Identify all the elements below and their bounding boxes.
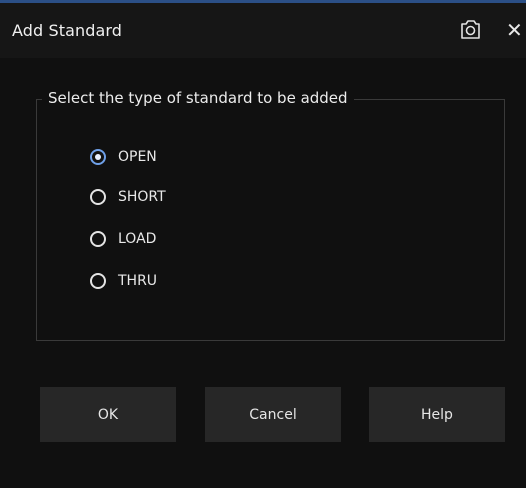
group-legend: Select the type of standard to be added xyxy=(42,89,354,107)
close-icon[interactable]: ✕ xyxy=(506,18,526,42)
camera-icon[interactable] xyxy=(458,19,482,41)
radio-button[interactable] xyxy=(90,273,106,289)
radio-label-thru: THRU xyxy=(118,273,158,289)
radio-button[interactable] xyxy=(90,231,106,247)
title-bar[interactable]: Add Standard ✕ xyxy=(0,3,526,58)
ok-button[interactable]: OK xyxy=(40,387,176,442)
radio-option-short[interactable]: SHORT xyxy=(90,186,166,208)
camera-icon-svg xyxy=(461,20,480,39)
radio-option-load[interactable]: LOAD xyxy=(90,228,156,250)
standard-type-group xyxy=(36,99,505,341)
cancel-button[interactable]: Cancel xyxy=(205,387,341,442)
radio-button[interactable] xyxy=(90,189,106,205)
radio-label-open: OPEN xyxy=(118,149,157,165)
add-standard-dialog: Add Standard ✕ Select the type of standa… xyxy=(0,0,526,488)
radio-option-open[interactable]: OPEN xyxy=(90,146,157,168)
radio-button-checked[interactable] xyxy=(90,149,106,165)
radio-label-load: LOAD xyxy=(118,231,157,247)
help-button[interactable]: Help xyxy=(369,387,505,442)
dialog-title: Add Standard xyxy=(12,21,123,40)
radio-option-thru[interactable]: THRU xyxy=(90,270,157,292)
radio-label-short: SHORT xyxy=(118,189,166,205)
